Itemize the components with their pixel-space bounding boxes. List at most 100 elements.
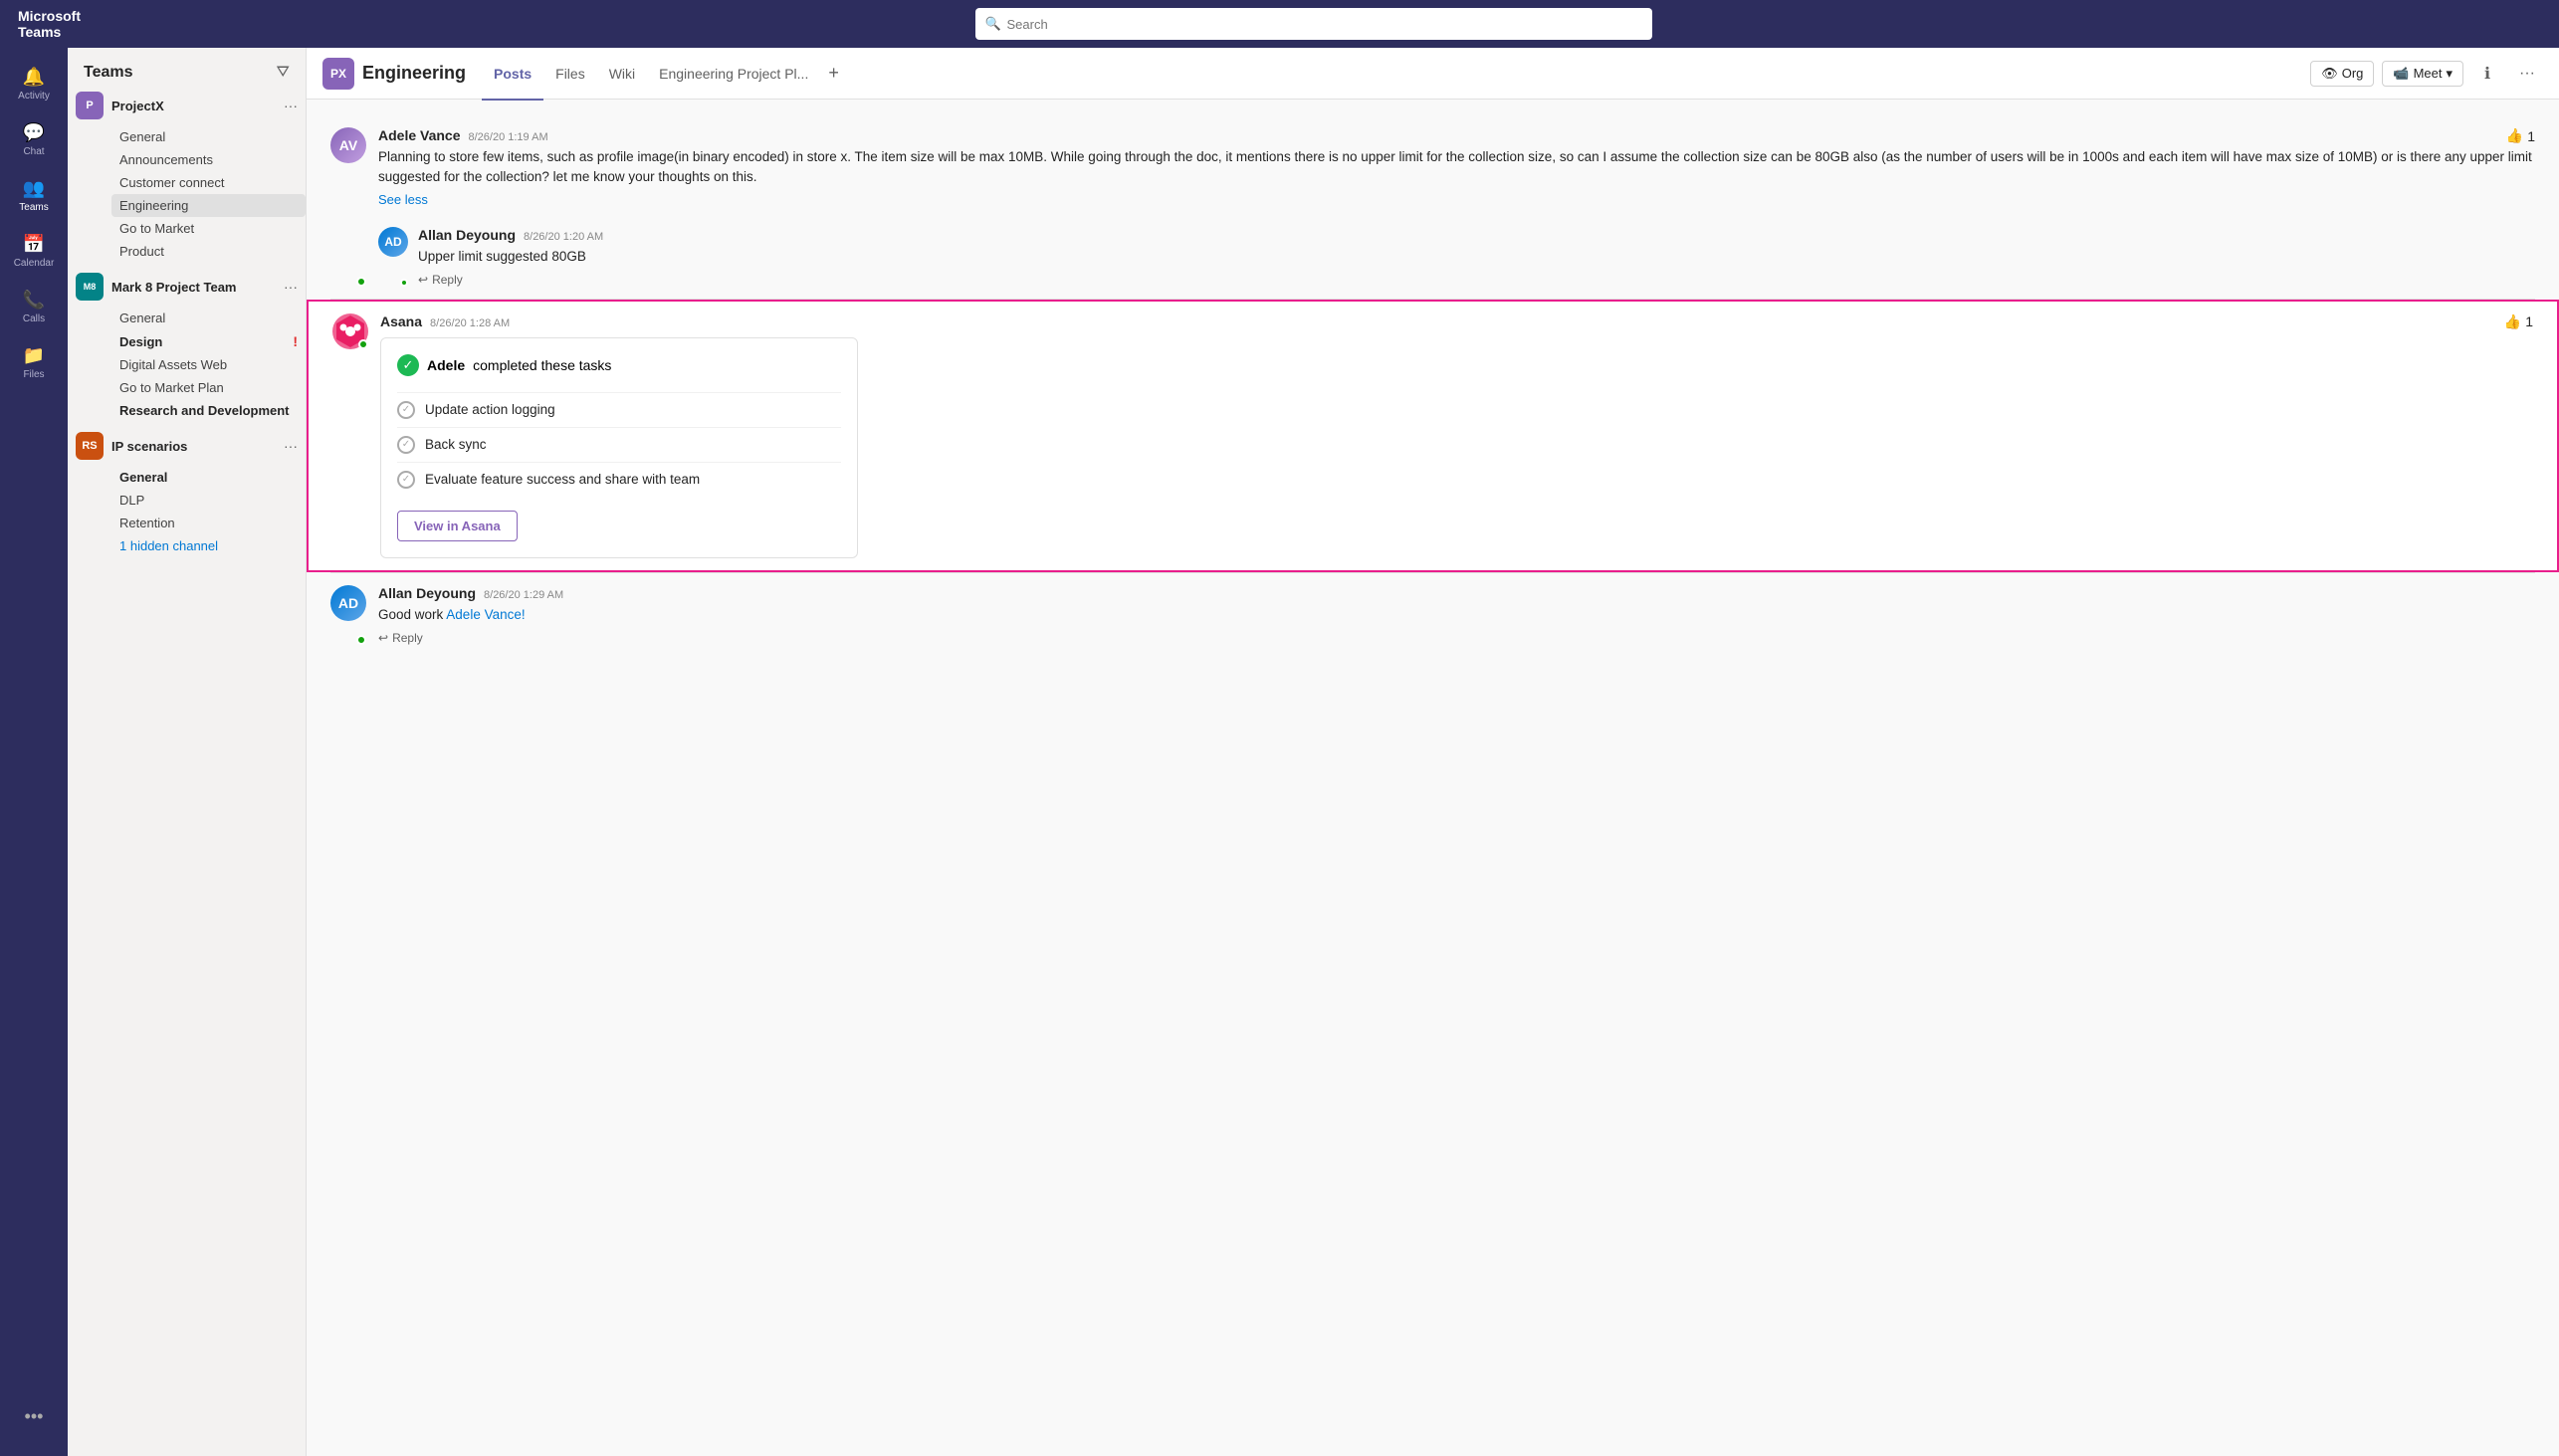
search-input[interactable] [975, 8, 1652, 40]
allan-reply-btn[interactable]: ↩ Reply [418, 273, 603, 287]
channel-item-engineering[interactable]: Engineering [111, 194, 306, 217]
channel-item-retention[interactable]: Retention [111, 512, 306, 534]
channel-list-projectx: General Announcements Customer connect E… [68, 125, 306, 263]
asana-completed-text: completed these tasks [473, 357, 611, 373]
channel-item-hidden[interactable]: 1 hidden channel [111, 534, 306, 557]
more-options-button[interactable]: ··· [2511, 58, 2543, 90]
team-row-ipscenarios[interactable]: RS IP scenarios ··· [68, 426, 306, 466]
asana-message-content: Asana 8/26/20 1:28 AM ✓ Adele completed … [380, 313, 2533, 558]
channel-item-customer-connect[interactable]: Customer connect [111, 171, 306, 194]
info-button[interactable]: ℹ [2471, 58, 2503, 90]
team-more-mark8[interactable]: ··· [284, 279, 298, 295]
chat-label: Chat [23, 146, 44, 157]
allan-gw-avatar: AD [330, 585, 366, 621]
task-label-1: Update action logging [425, 402, 555, 417]
team-group-ipscenarios: RS IP scenarios ··· General DLP Retentio… [68, 426, 306, 557]
allan-gw-avatar-wrap: AD [330, 585, 366, 645]
tab-posts[interactable]: Posts [482, 49, 543, 101]
reply-arrow-icon: ↩ [418, 273, 428, 287]
asana-status-dot [358, 339, 368, 349]
allan-gw-author: Allan Deyoung [378, 585, 476, 601]
allan-gw-reply-btn[interactable]: ↩ Reply [378, 631, 2535, 645]
team-more-ipscenarios[interactable]: ··· [284, 438, 298, 454]
allan-reply-header: Allan Deyoung 8/26/20 1:20 AM [418, 227, 603, 243]
more-icon: ••• [23, 1405, 45, 1427]
allan-reply-status [400, 279, 408, 287]
meet-button[interactable]: 📹 Meet ▾ [2382, 61, 2463, 87]
team-row-projectx[interactable]: P ProjectX ··· [68, 86, 306, 125]
asana-task-2: ✓ Back sync [397, 427, 841, 462]
org-label: Org [2342, 66, 2364, 81]
chat-icon: 💬 [23, 121, 45, 143]
adele-mention[interactable]: Adele Vance! [446, 607, 525, 622]
sidebar: Teams ⛛ P ProjectX ··· General Announcem… [68, 48, 307, 1456]
chat-nav[interactable]: 💬 Chat [10, 111, 58, 167]
activity-label: Activity [18, 91, 50, 102]
files-nav[interactable]: 📁 Files [10, 334, 58, 390]
channel-item-product[interactable]: Product [111, 240, 306, 263]
add-tab-button[interactable]: + [820, 48, 847, 100]
meet-chevron-icon: ▾ [2446, 66, 2452, 82]
asana-avatar-wrap [332, 313, 368, 558]
header-actions: 👁 Org 📹 Meet ▾ ℹ ··· [2310, 58, 2543, 90]
asana-msg-time: 8/26/20 1:28 AM [430, 317, 510, 329]
task-check-icon-2: ✓ [402, 439, 410, 450]
teams-label: Teams [19, 202, 48, 213]
tab-engineering-proj[interactable]: Engineering Project Pl... [647, 49, 820, 101]
channel-item-digital-assets[interactable]: Digital Assets Web [111, 353, 306, 376]
filter-icon[interactable]: ⛛ [277, 64, 290, 82]
tab-files[interactable]: Files [543, 49, 597, 101]
tab-wiki[interactable]: Wiki [597, 49, 647, 101]
channel-header: PX Engineering Posts Files Wiki Engineer… [307, 48, 2559, 100]
task-circle-2: ✓ [397, 436, 415, 454]
team-name-ipscenarios: IP scenarios [111, 439, 276, 454]
allan-goodwork-message: AD Allan Deyoung 8/26/20 1:29 AM Good wo… [307, 573, 2559, 657]
team-more-projectx[interactable]: ··· [284, 98, 298, 113]
org-button[interactable]: 👁 Org [2310, 61, 2374, 87]
good-work-text-before: Good work [378, 607, 446, 622]
channel-item-general-m8[interactable]: General [111, 307, 306, 329]
channel-item-general-ip[interactable]: General [111, 466, 306, 489]
see-less-link[interactable]: See less [378, 192, 2535, 207]
allan-reply-avatar: AD [378, 227, 408, 257]
app-header: Microsoft Teams 🔍 [0, 0, 2559, 48]
asana-check-icon: ✓ [397, 354, 419, 376]
asana-reaction: 👍 1 [2504, 313, 2533, 330]
asana-reaction-emoji: 👍 [2504, 313, 2521, 330]
team-avatar-mark8: M8 [76, 273, 104, 301]
channel-item-research-dev[interactable]: Research and Development [111, 399, 306, 422]
more-nav[interactable]: ••• [10, 1388, 58, 1444]
task-circle-3: ✓ [397, 471, 415, 489]
allan-gw-content: Allan Deyoung 8/26/20 1:29 AM Good work … [378, 585, 2535, 645]
channel-tabs: Posts Files Wiki Engineering Project Pl.… [482, 48, 2302, 100]
files-icon: 📁 [23, 344, 45, 366]
channel-item-design[interactable]: Design ! [111, 329, 306, 353]
calls-nav[interactable]: 📞 Calls [10, 279, 58, 334]
asana-card-header: ✓ Adele completed these tasks [397, 354, 841, 376]
asana-task-1: ✓ Update action logging [397, 392, 841, 427]
channel-item-goto-market[interactable]: Go to Market [111, 217, 306, 240]
channel-item-announcements[interactable]: Announcements [111, 148, 306, 171]
channel-item-dlp[interactable]: DLP [111, 489, 306, 512]
app-logo: Microsoft Teams [12, 8, 80, 40]
files-label: Files [23, 369, 44, 380]
channel-badge: PX [322, 58, 354, 90]
team-row-mark8[interactable]: M8 Mark 8 Project Team ··· [68, 267, 306, 307]
team-group-mark8: M8 Mark 8 Project Team ··· General Desig… [68, 267, 306, 422]
allan-reply-block: AD Allan Deyoung 8/26/20 1:20 AM Upper l… [378, 219, 2535, 287]
team-group-projectx: P ProjectX ··· General Announcements Cus… [68, 86, 306, 263]
org-icon: 👁 [2321, 66, 2338, 82]
view-asana-button[interactable]: View in Asana [397, 511, 518, 541]
asana-avatar [332, 313, 368, 349]
allan-reply-content: Allan Deyoung 8/26/20 1:20 AM Upper limi… [418, 227, 603, 287]
adele-avatar-wrap: AV [330, 127, 366, 287]
activity-icon: 🔔 [23, 66, 45, 88]
calendar-nav[interactable]: 📅 Calendar [10, 223, 58, 279]
channel-item-general-px[interactable]: General [111, 125, 306, 148]
design-alert: ! [293, 333, 298, 349]
activity-nav[interactable]: 🔔 Activity [10, 56, 58, 111]
teams-nav[interactable]: 👥 Teams [10, 167, 58, 223]
allan-gw-time: 8/26/20 1:29 AM [484, 589, 563, 601]
asana-completed-by: Adele [427, 357, 465, 373]
channel-item-goto-market-plan[interactable]: Go to Market Plan [111, 376, 306, 399]
